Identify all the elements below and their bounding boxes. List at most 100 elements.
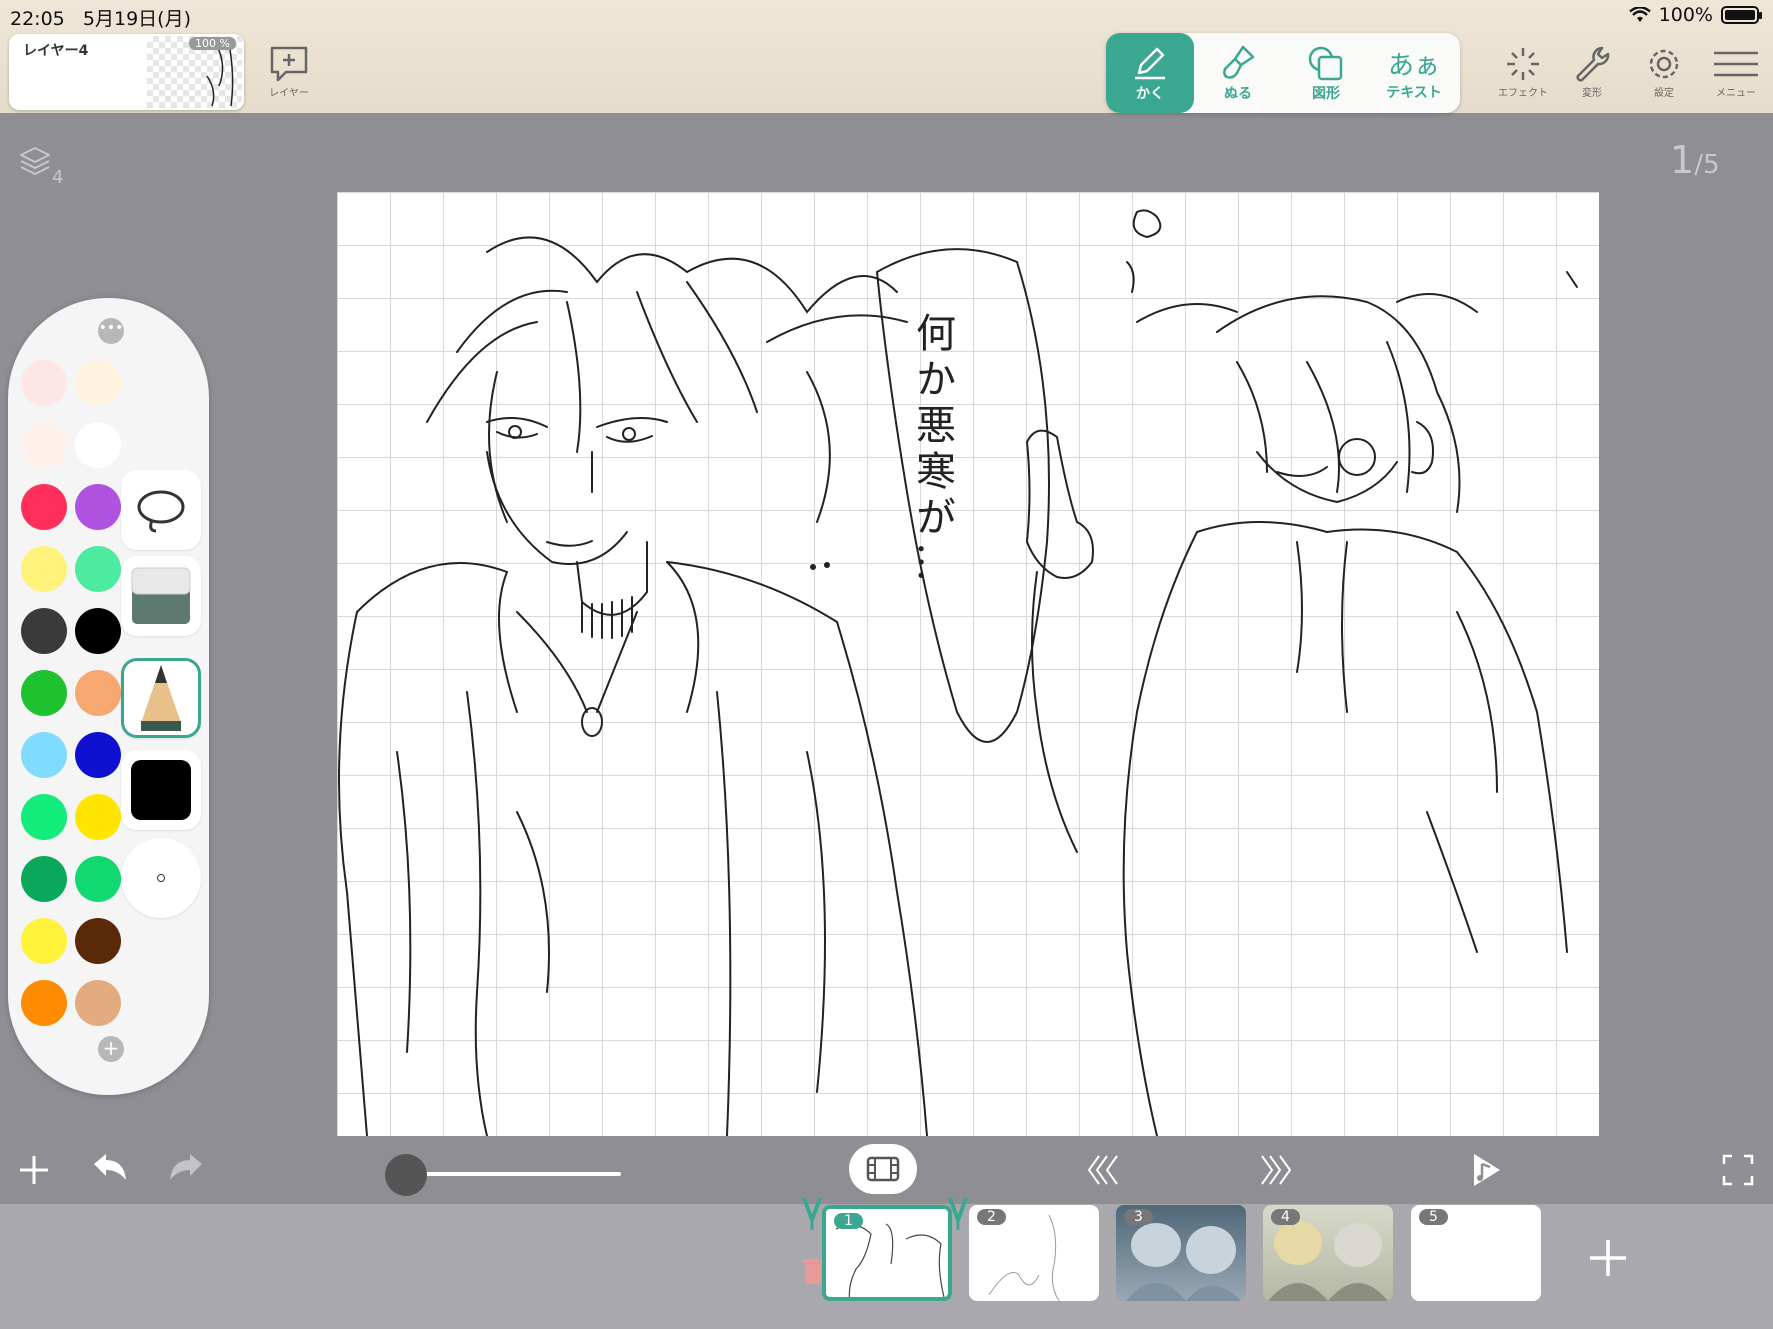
- status-date: 5月19日(月): [82, 8, 191, 30]
- frame-number: 2: [977, 1209, 1006, 1225]
- color-swatch[interactable]: [75, 670, 121, 716]
- tool-draw-label: かく: [1136, 86, 1164, 102]
- color-palette: ••• +: [8, 298, 209, 1095]
- frame-thumbnail-1[interactable]: 1: [822, 1205, 952, 1301]
- gear-icon: [1649, 49, 1679, 79]
- tool-text-label: テキスト: [1386, 84, 1442, 101]
- tool-text[interactable]: あぁ テキスト: [1370, 33, 1458, 113]
- pencil-brush-icon: [141, 665, 181, 731]
- effect-button[interactable]: エフェクト: [1498, 44, 1548, 99]
- onion-skin-left-icon[interactable]: [802, 1196, 822, 1230]
- wifi-icon: [1628, 7, 1651, 22]
- undo-icon[interactable]: [90, 1150, 130, 1186]
- speech-bubble-text: 何か悪寒が…: [909, 312, 955, 588]
- layer-count-indicator[interactable]: 4: [18, 145, 63, 188]
- layer-name: レイヤー4: [23, 43, 89, 59]
- menu-button[interactable]: メニュー: [1712, 44, 1760, 99]
- color-swatch[interactable]: [21, 670, 67, 716]
- settings-button[interactable]: 設定: [1644, 44, 1684, 99]
- page-total: 5: [1702, 150, 1720, 180]
- tool-draw[interactable]: かく: [1106, 33, 1194, 113]
- slider-thumb[interactable]: [385, 1154, 427, 1196]
- frame-thumbnail-2[interactable]: 2: [969, 1205, 1099, 1301]
- status-time: 22:05: [10, 8, 65, 30]
- color-swatch[interactable]: [21, 732, 67, 778]
- hamburger-icon: [1714, 51, 1758, 77]
- effect-label: エフェクト: [1498, 88, 1548, 99]
- current-color-button[interactable]: [121, 750, 201, 830]
- color-swatch[interactable]: [75, 918, 121, 964]
- tool-shape[interactable]: 図形: [1282, 33, 1370, 113]
- pencil-tool-button[interactable]: [121, 658, 201, 738]
- add-frame-icon[interactable]: [1588, 1238, 1628, 1278]
- page-current: 1: [1670, 138, 1695, 182]
- drawing-canvas[interactable]: 何か悪寒が…: [337, 192, 1599, 1136]
- film-icon: [866, 1156, 900, 1182]
- current-layer-card[interactable]: レイヤー4 100 %: [9, 34, 244, 110]
- prev-frame-icon[interactable]: [1085, 1152, 1121, 1188]
- add-color-button[interactable]: +: [98, 1036, 124, 1062]
- color-swatch[interactable]: [75, 732, 121, 778]
- brush-icon: [1223, 45, 1255, 79]
- color-swatch[interactable]: [21, 484, 67, 530]
- lasso-icon: [137, 490, 185, 533]
- wrench-icon: [1576, 46, 1610, 82]
- color-swatch[interactable]: [75, 608, 121, 654]
- menu-label: メニュー: [1716, 88, 1756, 99]
- frame-thumbnail-4[interactable]: 4: [1263, 1205, 1393, 1301]
- color-swatch[interactable]: [75, 360, 121, 406]
- color-swatch[interactable]: [21, 980, 67, 1026]
- pencil-icon: [1135, 47, 1165, 80]
- add-layer-label: レイヤー: [269, 88, 309, 99]
- redo-icon[interactable]: [166, 1150, 206, 1186]
- color-swatch[interactable]: [75, 484, 121, 530]
- color-swatch[interactable]: [75, 546, 121, 592]
- color-swatch[interactable]: [75, 856, 121, 902]
- layers-icon: [20, 147, 50, 175]
- color-swatch[interactable]: [21, 794, 67, 840]
- color-swatch[interactable]: [21, 856, 67, 902]
- color-swatch[interactable]: [75, 794, 121, 840]
- text-icon: あぁ: [1387, 50, 1440, 81]
- top-bar: 22:05 5月19日(月) 100% レイヤー4 100 % レイヤー かく …: [0, 0, 1773, 113]
- sketch-drawing: 何か悪寒が…: [338, 209, 1578, 1136]
- frame-number: 4: [1271, 1209, 1300, 1225]
- status-time-date: 22:05 5月19日(月): [10, 4, 191, 31]
- play-music-icon[interactable]: [1468, 1150, 1504, 1190]
- frame-thumbnail-5[interactable]: 5: [1411, 1205, 1541, 1301]
- fullscreen-icon[interactable]: [1722, 1154, 1754, 1186]
- color-swatch[interactable]: [21, 546, 67, 592]
- color-swatch[interactable]: [21, 918, 67, 964]
- current-color-swatch: [131, 760, 191, 820]
- color-swatch[interactable]: [75, 422, 121, 468]
- transform-button[interactable]: 変形: [1572, 44, 1612, 99]
- tool-fill-label: ぬる: [1224, 86, 1252, 102]
- eraser-tool-button[interactable]: [121, 556, 201, 636]
- add-layer-button[interactable]: レイヤー: [268, 44, 310, 99]
- add-icon[interactable]: [16, 1152, 52, 1188]
- settings-label: 設定: [1654, 88, 1674, 99]
- film-view-button[interactable]: [849, 1144, 917, 1194]
- frame-thumbnail-3[interactable]: 3: [1116, 1205, 1246, 1301]
- color-swatch[interactable]: [21, 422, 67, 468]
- color-swatch[interactable]: [21, 360, 67, 406]
- playback-slider[interactable]: [385, 1152, 621, 1196]
- tool-fill[interactable]: ぬる: [1194, 33, 1282, 113]
- color-swatch[interactable]: [21, 608, 67, 654]
- trash-icon[interactable]: [802, 1256, 824, 1286]
- battery-percent: 100%: [1658, 4, 1713, 26]
- status-right: 100%: [1628, 4, 1762, 26]
- bottom-toolbar: [0, 1138, 1773, 1204]
- brush-size-button[interactable]: [121, 838, 201, 918]
- tool-shape-label: 図形: [1312, 86, 1340, 102]
- next-frame-icon[interactable]: [1258, 1152, 1294, 1188]
- lasso-tool-button[interactable]: [121, 470, 201, 550]
- palette-more-icon[interactable]: •••: [98, 318, 124, 344]
- page-indicator: 1/5: [1670, 138, 1720, 182]
- effect-sparkle-icon: [1507, 48, 1539, 80]
- transform-label: 変形: [1582, 88, 1602, 99]
- color-swatch[interactable]: [75, 980, 121, 1026]
- add-layer-icon: [270, 46, 308, 82]
- eraser-icon: [131, 567, 191, 624]
- brush-size-dot: [157, 874, 165, 882]
